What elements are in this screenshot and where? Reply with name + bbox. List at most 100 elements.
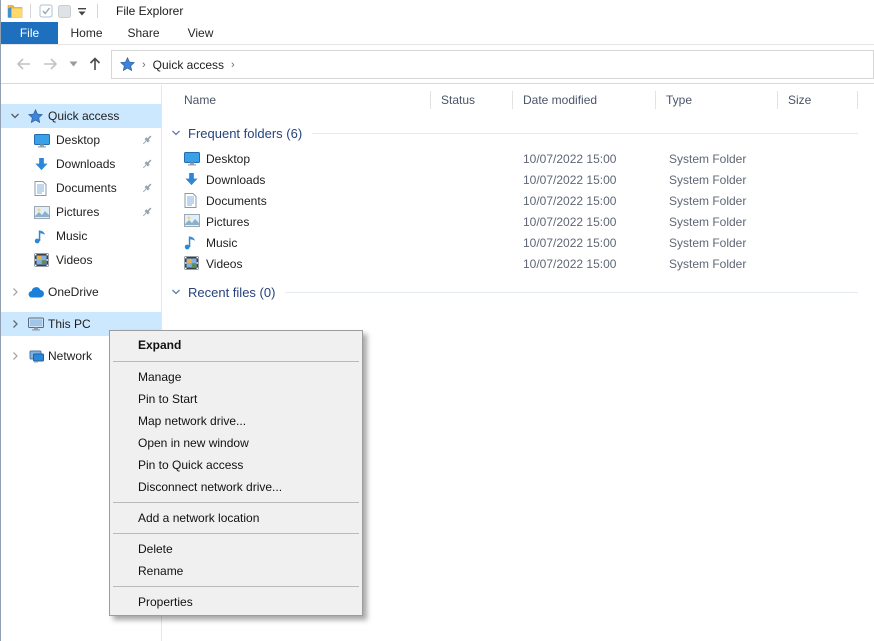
chevron-down-icon[interactable] (10, 111, 20, 121)
breadcrumb[interactable]: › Quick access › (111, 50, 874, 79)
pin-icon (141, 182, 153, 197)
pin-icon (141, 206, 153, 221)
file-date-modified: 10/07/2022 15:00 (523, 152, 616, 166)
chevron-down-icon[interactable] (171, 128, 181, 138)
file-date-modified: 10/07/2022 15:00 (523, 215, 616, 229)
up-button[interactable] (88, 56, 102, 72)
downloads-icon (34, 157, 49, 172)
file-type: System Folder (669, 173, 746, 187)
menu-item-pin-to-quick-access[interactable]: Pin to Quick access (110, 454, 362, 476)
chevron-right-icon[interactable] (10, 287, 20, 297)
file-name: Documents (206, 194, 267, 208)
tab-file[interactable]: File (1, 22, 58, 44)
menu-item-rename[interactable]: Rename (110, 560, 362, 582)
videos-icon (34, 253, 49, 267)
sidebar-item-label: OneDrive (48, 285, 99, 299)
network-icon (28, 350, 44, 363)
sidebar-item-videos[interactable]: Videos (1, 248, 161, 272)
menu-item-pin-to-start[interactable]: Pin to Start (110, 388, 362, 410)
desktop-icon (34, 133, 50, 148)
chevron-down-icon[interactable] (171, 287, 181, 297)
sidebar-item-label: Quick access (48, 109, 119, 123)
videos-icon (184, 256, 199, 270)
sidebar-item-pictures[interactable]: Pictures (1, 200, 161, 224)
menu-item-map-network-drive[interactable]: Map network drive... (110, 410, 362, 432)
documents-icon (184, 193, 197, 208)
menu-item-properties[interactable]: Properties (110, 591, 362, 613)
file-name: Downloads (206, 173, 265, 187)
menu-item-manage[interactable]: Manage (110, 366, 362, 388)
menu-separator (113, 586, 359, 587)
column-header-name[interactable]: Name (162, 85, 431, 115)
file-date-modified: 10/07/2022 15:00 (523, 257, 616, 271)
sidebar-item-label: Desktop (56, 133, 100, 147)
window-title: File Explorer (116, 4, 183, 18)
file-name: Videos (206, 257, 242, 271)
group-header-recent-files[interactable]: Recent files (0) (162, 282, 874, 302)
breadcrumb-location[interactable]: Quick access (153, 58, 224, 72)
properties-qat-button[interactable] (37, 3, 55, 19)
tab-home[interactable]: Home (58, 22, 115, 44)
sidebar-item-label: This PC (48, 317, 91, 331)
group-header-rule (285, 292, 858, 293)
group-header-label: Recent files (0) (188, 285, 275, 300)
file-row-documents[interactable]: Documents 10/07/2022 15:00 System Folder (162, 191, 874, 212)
new-folder-qat-button[interactable] (55, 3, 73, 19)
tab-view[interactable]: View (172, 22, 229, 44)
chevron-right-icon[interactable] (10, 351, 20, 361)
documents-icon (34, 181, 47, 196)
column-header-size[interactable]: Size (778, 85, 858, 115)
titlebar-separator (97, 4, 98, 18)
explorer-logo-icon (6, 3, 24, 19)
sidebar-gap (1, 304, 161, 312)
file-row-videos[interactable]: Videos 10/07/2022 15:00 System Folder (162, 254, 874, 275)
this-pc-context-menu: Expand Manage Pin to Start Map network d… (109, 330, 363, 616)
file-type: System Folder (669, 236, 746, 250)
file-row-music[interactable]: Music 10/07/2022 15:00 System Folder (162, 233, 874, 254)
column-header-type[interactable]: Type (656, 85, 778, 115)
back-button[interactable] (15, 57, 32, 71)
sidebar-gap (1, 272, 161, 280)
menu-item-delete[interactable]: Delete (110, 538, 362, 560)
sidebar-item-desktop[interactable]: Desktop (1, 128, 161, 152)
navigation-buttons (1, 56, 109, 72)
sidebar-item-music[interactable]: Music (1, 224, 161, 248)
title-bar: File Explorer (1, 0, 874, 22)
file-row-pictures[interactable]: Pictures 10/07/2022 15:00 System Folder (162, 212, 874, 233)
music-icon (184, 235, 196, 250)
tab-share[interactable]: Share (115, 22, 172, 44)
sidebar-item-label: Documents (56, 181, 117, 195)
customize-qat-dropdown-icon[interactable] (73, 3, 91, 19)
file-name: Desktop (206, 152, 250, 166)
sidebar-item-quick-access[interactable]: Quick access (1, 104, 161, 128)
this-pc-icon (28, 317, 44, 331)
menu-item-add-a-network-location[interactable]: Add a network location (110, 507, 362, 529)
sidebar-item-label: Downloads (56, 157, 115, 171)
breadcrumb-chevron-icon: › (231, 59, 235, 71)
menu-separator (113, 502, 359, 503)
column-header-date-modified[interactable]: Date modified (513, 85, 656, 115)
group-header-rule (312, 133, 858, 134)
quick-access-star-icon (28, 109, 43, 124)
recent-locations-dropdown[interactable] (69, 61, 78, 67)
address-bar: › Quick access › (1, 45, 874, 84)
file-row-downloads[interactable]: Downloads 10/07/2022 15:00 System Folder (162, 170, 874, 191)
file-type: System Folder (669, 194, 746, 208)
ribbon-tab-bar: File Home Share View (1, 22, 874, 45)
file-type: System Folder (669, 257, 746, 271)
file-row-desktop[interactable]: Desktop 10/07/2022 15:00 System Folder (162, 149, 874, 170)
file-date-modified: 10/07/2022 15:00 (523, 236, 616, 250)
menu-item-expand[interactable]: Expand (110, 333, 362, 357)
group-header-frequent-folders[interactable]: Frequent folders (6) (162, 123, 874, 143)
column-header-status[interactable]: Status (431, 85, 513, 115)
onedrive-cloud-icon (28, 287, 44, 298)
sidebar-item-downloads[interactable]: Downloads (1, 152, 161, 176)
sidebar-item-onedrive[interactable]: OneDrive (1, 280, 161, 304)
file-type: System Folder (669, 152, 746, 166)
sidebar-item-documents[interactable]: Documents (1, 176, 161, 200)
menu-item-disconnect-network-drive[interactable]: Disconnect network drive... (110, 476, 362, 498)
chevron-right-icon[interactable] (10, 319, 20, 329)
menu-item-open-in-new-window[interactable]: Open in new window (110, 432, 362, 454)
forward-button[interactable] (42, 57, 59, 71)
file-date-modified: 10/07/2022 15:00 (523, 194, 616, 208)
